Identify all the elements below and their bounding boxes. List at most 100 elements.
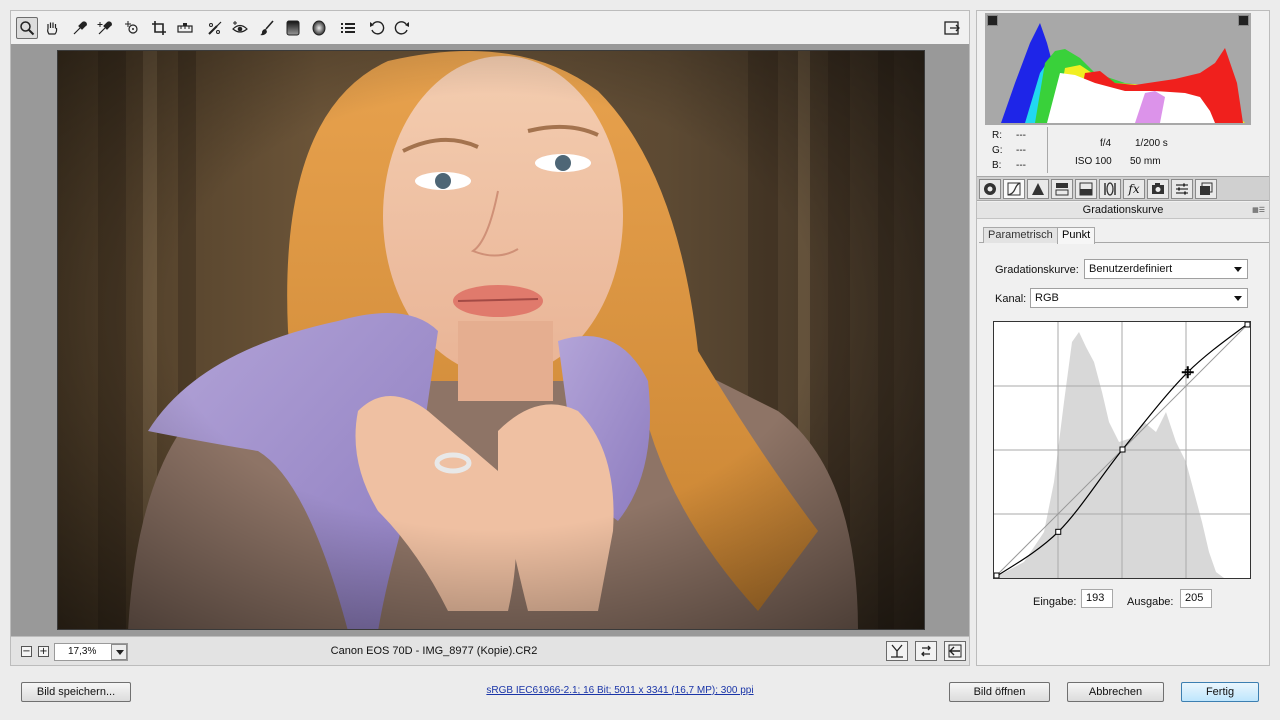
cancel-button[interactable]: Abbrechen bbox=[1067, 682, 1164, 702]
tab-presets[interactable] bbox=[1171, 179, 1193, 199]
brush-heal-icon bbox=[208, 21, 222, 35]
tab-effects[interactable]: fx bbox=[1123, 179, 1145, 199]
tab-tone-curve[interactable] bbox=[1003, 179, 1025, 199]
shadow-clipping-warning-icon[interactable] bbox=[987, 15, 998, 26]
tab-hsl[interactable] bbox=[1051, 179, 1073, 199]
hand-tool-button[interactable] bbox=[41, 17, 63, 39]
tone-curve-editor[interactable] bbox=[993, 321, 1251, 579]
histogram-graph bbox=[985, 13, 1251, 125]
color-sampler-tool-button[interactable] bbox=[94, 17, 116, 39]
radial-icon bbox=[312, 20, 326, 36]
aperture-value: f/4 bbox=[1100, 138, 1112, 149]
tab-lens-corrections[interactable] bbox=[1099, 179, 1121, 199]
panel-title-text: Gradationskurve bbox=[1082, 204, 1164, 216]
swap-icon bbox=[921, 645, 931, 657]
snapshot-icon bbox=[1200, 182, 1213, 195]
tab-detail[interactable] bbox=[1027, 179, 1049, 199]
curve-preset-select[interactable]: Benutzerdefiniert bbox=[1084, 259, 1248, 279]
tab-snapshots[interactable] bbox=[1195, 179, 1217, 199]
tab-split-toning[interactable] bbox=[1075, 179, 1097, 199]
zoom-tool-button[interactable] bbox=[16, 17, 38, 39]
exif-info: f/4 1/200 s ISO 100 50 mm bbox=[1073, 135, 1168, 171]
crop-tool-button[interactable] bbox=[148, 17, 170, 39]
curve-icon bbox=[1007, 182, 1021, 196]
iso-value: ISO 100 bbox=[1075, 156, 1112, 167]
adjustment-brush-tool-button[interactable] bbox=[256, 17, 278, 39]
output-label: Ausgabe: bbox=[1127, 596, 1174, 608]
open-image-button[interactable]: Bild öffnen bbox=[949, 682, 1050, 702]
portrait-photo-image bbox=[58, 51, 924, 629]
magnifier-icon bbox=[20, 21, 35, 36]
white-balance-tool-button[interactable] bbox=[69, 17, 91, 39]
curve-control-point[interactable] bbox=[1119, 446, 1126, 453]
rotate-right-tool-button[interactable] bbox=[391, 17, 413, 39]
tab-point[interactable]: Punkt bbox=[1057, 227, 1096, 244]
histogram bbox=[985, 13, 1251, 125]
brush-icon bbox=[260, 20, 274, 36]
swap-settings-button[interactable] bbox=[915, 641, 937, 661]
rotate-left-tool-button[interactable] bbox=[366, 17, 388, 39]
b-label: B: bbox=[992, 160, 1002, 171]
channel-label: Kanal: bbox=[995, 293, 1027, 305]
input-value-field[interactable]: 193 bbox=[1081, 589, 1113, 608]
status-bar: − + 17,3% Canon EOS 70D - IMG_8977 (Kopi… bbox=[10, 636, 970, 666]
g-value: --- bbox=[1016, 145, 1026, 156]
list-icon bbox=[341, 23, 355, 33]
straighten-tool-button[interactable] bbox=[174, 17, 196, 39]
before-after-toggle-button[interactable] bbox=[886, 641, 908, 661]
gradient-icon bbox=[286, 20, 300, 36]
panel-menu-icon[interactable]: ▦☰ bbox=[1252, 207, 1265, 214]
eye-icon bbox=[232, 21, 248, 33]
panel-title: Gradationskurve ▦☰ bbox=[977, 202, 1269, 219]
focal-length-value: 50 mm bbox=[1130, 156, 1161, 167]
readout-divider bbox=[1047, 127, 1048, 173]
curve-control-point[interactable] bbox=[993, 572, 1000, 579]
done-button[interactable]: Fertig bbox=[1181, 682, 1259, 702]
tab-parametric[interactable]: Parametrisch bbox=[983, 227, 1058, 243]
split-icon bbox=[1079, 182, 1093, 196]
panel-tabs: fx bbox=[977, 176, 1269, 201]
eyedropper-icon bbox=[73, 21, 87, 35]
tab-camera-calibration[interactable] bbox=[1147, 179, 1169, 199]
triangle-icon bbox=[1032, 183, 1044, 195]
y-split-icon bbox=[891, 644, 903, 658]
crop-icon bbox=[152, 21, 166, 35]
spot-removal-tool-button[interactable] bbox=[204, 17, 226, 39]
sampler-icon bbox=[97, 21, 112, 35]
sliders-icon bbox=[1176, 183, 1188, 195]
channel-select[interactable]: RGB bbox=[1030, 288, 1248, 308]
highlight-clipping-warning-icon[interactable] bbox=[1238, 15, 1249, 26]
targeted-adjustment-tool-button[interactable] bbox=[121, 17, 143, 39]
copy-settings-button[interactable] bbox=[944, 641, 966, 661]
g-label: G: bbox=[992, 145, 1003, 156]
output-value-field[interactable]: 205 bbox=[1180, 589, 1212, 608]
lens-icon bbox=[1104, 182, 1116, 196]
b-value: --- bbox=[1016, 160, 1026, 171]
radial-filter-tool-button[interactable] bbox=[308, 17, 330, 39]
photo-preview[interactable] bbox=[57, 50, 925, 630]
curve-control-point[interactable] bbox=[1055, 528, 1062, 535]
tone-curve-graph[interactable] bbox=[993, 321, 1251, 579]
hsl-icon bbox=[1055, 183, 1069, 196]
curve-control-point[interactable] bbox=[1244, 321, 1251, 328]
rotate-cw-icon bbox=[394, 21, 409, 35]
filename-label: Canon EOS 70D - IMG_8977 (Kopie).CR2 bbox=[330, 645, 538, 657]
rgb-readout: R: --- G: --- B: --- bbox=[992, 128, 1040, 173]
r-value: --- bbox=[1016, 130, 1026, 141]
curve-preset-label: Gradationskurve: bbox=[995, 264, 1079, 276]
workflow-options-link[interactable]: sRGB IEC61966-2.1; 16 Bit; 5011 x 3341 (… bbox=[0, 685, 1240, 696]
rotate-ccw-icon bbox=[370, 21, 385, 35]
image-canvas[interactable] bbox=[10, 44, 970, 636]
aperture-icon bbox=[984, 183, 996, 195]
exit-fullscreen-icon bbox=[944, 21, 960, 35]
arrow-left-icon bbox=[948, 644, 962, 658]
camera-icon bbox=[1152, 183, 1164, 194]
hand-icon bbox=[47, 22, 58, 35]
graduated-filter-tool-button[interactable] bbox=[282, 17, 304, 39]
preferences-tool-button[interactable] bbox=[337, 17, 359, 39]
tab-basic[interactable] bbox=[979, 179, 1001, 199]
input-label: Eingabe: bbox=[1033, 596, 1077, 608]
r-label: R: bbox=[992, 130, 1002, 141]
fullscreen-button[interactable] bbox=[941, 17, 963, 39]
red-eye-tool-button[interactable] bbox=[229, 17, 251, 39]
